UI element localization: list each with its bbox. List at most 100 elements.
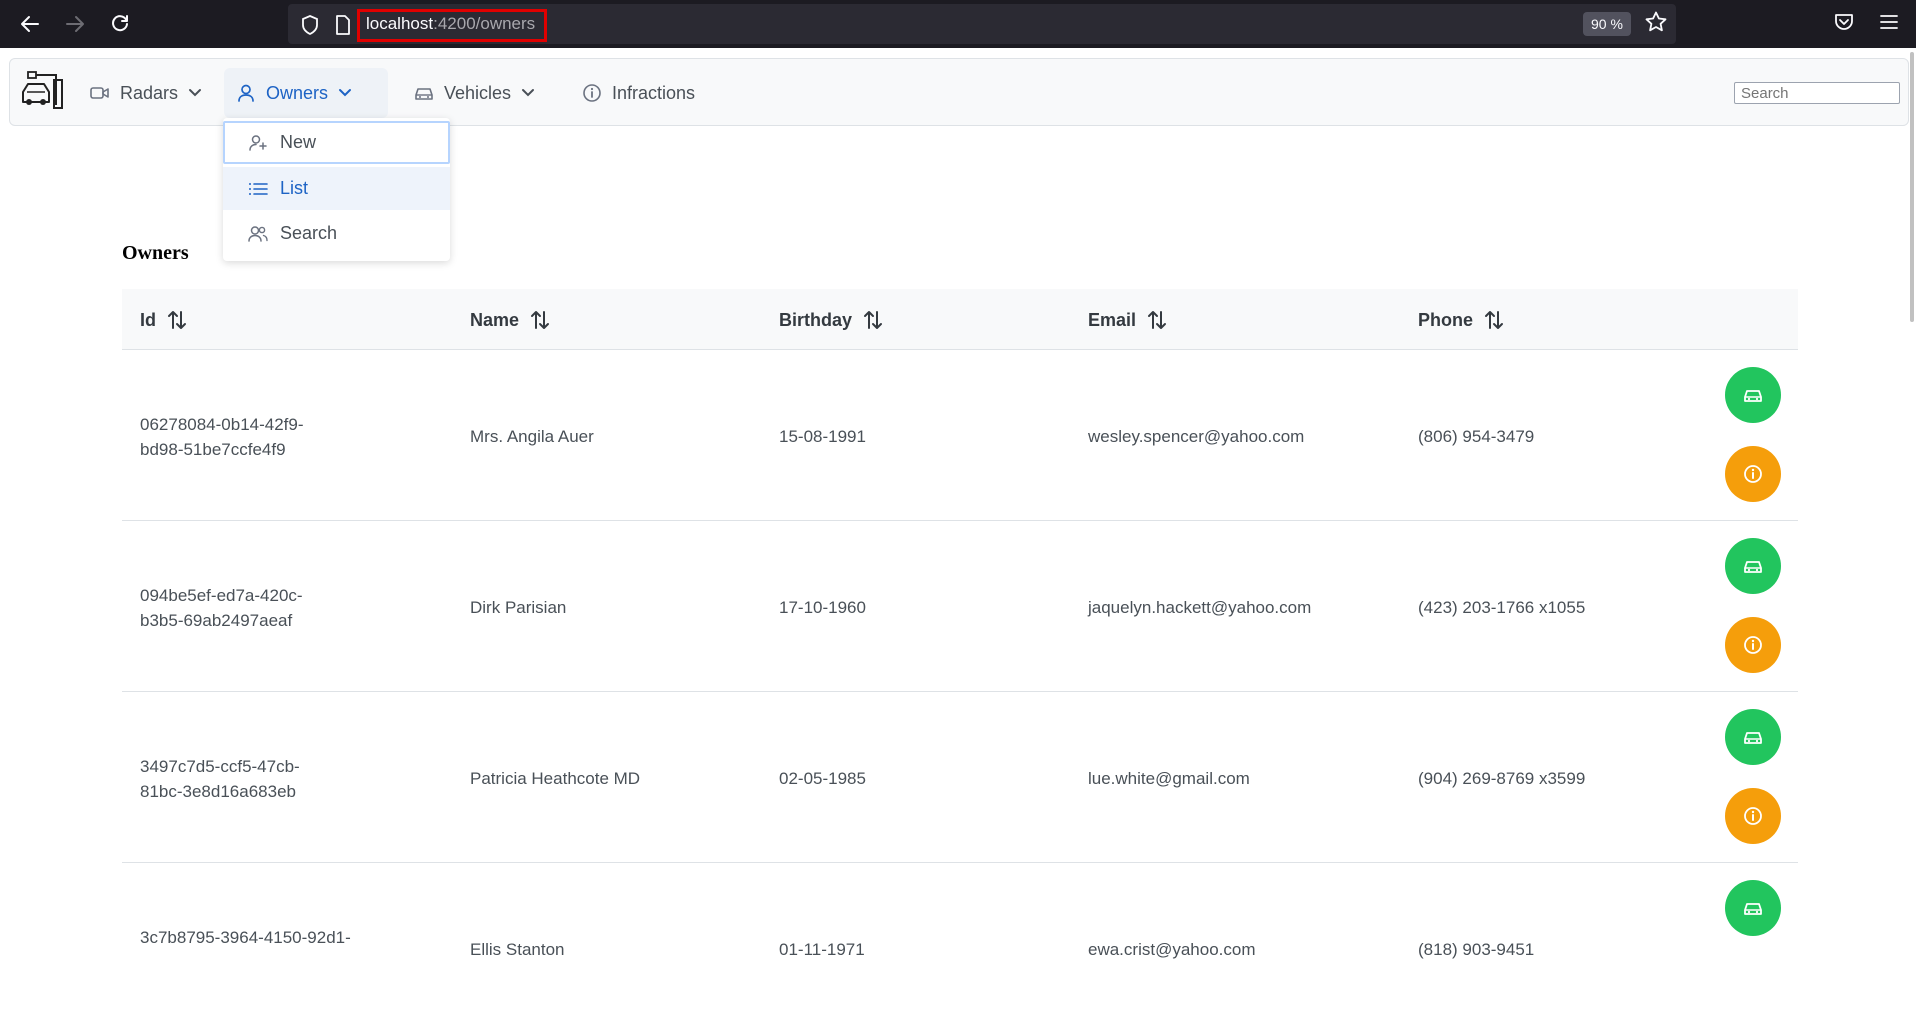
sort-icon[interactable] [1146,309,1168,331]
app-menu-button[interactable] [1878,11,1900,38]
cell-name: Ellis Stanton [470,940,565,959]
url-path: :4200/owners [433,14,536,33]
car-icon [415,88,433,100]
cell-birthday: 01-11-1971 [779,940,865,959]
cell-name: Dirk Parisian [470,598,567,617]
cell-id-line2: 81bc-3e8d16a683eb [140,782,296,801]
cell-phone: (904) 269-8769 x3599 [1418,769,1586,788]
cell-phone: (818) 903-9451 [1418,940,1535,959]
column-header-phone-label: Phone [1418,309,1474,330]
sort-icon[interactable] [862,309,884,331]
cell-id-line2: b3b5-69ab2497aeaf [140,611,293,630]
url-host: localhost [366,14,434,33]
user-plus-icon [249,134,267,151]
page-scrollbar[interactable] [1910,52,1914,322]
bookmark-star-button[interactable] [1644,10,1668,39]
sort-icon[interactable] [166,309,188,331]
shield-icon[interactable] [300,14,320,36]
reload-icon [112,15,128,32]
dropdown-item-search[interactable]: Search [223,212,450,255]
cell-id-line1: 094be5ef-ed7a-420c- [140,586,303,605]
cell-name: Mrs. Angila Auer [470,427,594,446]
video-camera-icon [90,87,109,99]
dropdown-item-new[interactable]: New [223,121,450,164]
page-icon [336,15,350,35]
dropdown-item-new-label: New [280,132,317,152]
cell-birthday: 17-10-1960 [779,598,866,617]
dropdown-item-list-label: List [280,178,309,198]
info-circle-icon [1744,465,1762,483]
cell-email: jaquelyn.hackett@yahoo.com [1088,598,1312,617]
cell-id: 3497c7d5-ccf5-47cb- 81bc-3e8d16a683eb [140,754,300,804]
sort-icon[interactable] [1483,309,1505,331]
column-header-birthday[interactable]: Birthday [779,309,884,331]
sort-icon[interactable] [529,309,551,331]
view-infractions-button[interactable] [1725,788,1781,844]
column-header-name[interactable]: Name [470,309,551,331]
forward-button[interactable] [61,10,89,38]
dropdown-item-list[interactable]: List [223,167,450,210]
user-icon [238,84,254,102]
nav-vehicles-label: Vehicles [444,82,512,103]
back-button[interactable] [16,10,44,38]
pocket-icon [1835,14,1853,30]
view-vehicles-button[interactable] [1725,367,1781,423]
car-icon [1744,732,1762,744]
chevron-down-icon [339,89,352,97]
cell-id: 3c7b8795-3964-4150-92d1- [140,925,351,950]
car-icon [1744,390,1762,402]
users-search-icon [248,225,268,242]
navbar-search-input[interactable] [1734,82,1900,104]
view-vehicles-button[interactable] [1725,538,1781,594]
nav-infractions-label: Infractions [612,82,696,103]
info-circle-icon [583,84,601,102]
nav-owners[interactable]: Owners [224,68,388,118]
cell-name: Patricia Heathcote MD [470,769,641,788]
nav-radars-label: Radars [120,82,179,103]
browser-toolbar: localhost:4200/owners 90 % [0,0,1916,48]
pocket-button[interactable] [1833,11,1855,38]
cell-id-line1: 3c7b8795-3964-4150-92d1- [140,928,351,947]
nav-vehicles[interactable]: Vehicles [402,68,547,118]
cell-id-line1: 06278084-0b14-42f9- [140,415,304,434]
radar-camera-logo-icon [22,71,63,109]
table-row: 06278084-0b14-42f9- bd98-51be7ccfe4f9 Mrs… [122,350,1798,521]
nav-radars[interactable]: Radars [78,68,214,118]
url-text[interactable]: localhost:4200/owners [366,14,535,34]
column-header-id-label: Id [140,309,156,330]
cell-id: 094be5ef-ed7a-420c-b3b5-69ab2497aeaf [140,583,303,633]
car-icon [1744,561,1762,573]
arrow-left-icon [21,16,39,32]
column-header-phone[interactable]: Phone [1418,309,1505,331]
cell-id-line2: bd98-51be7ccfe4f9 [140,440,286,459]
cell-id: 06278084-0b14-42f9- bd98-51be7ccfe4f9 [140,412,304,462]
view-vehicles-button[interactable] [1725,709,1781,765]
nav-infractions[interactable]: Infractions [570,68,707,118]
zoom-badge[interactable]: 90 % [1583,12,1631,36]
owners-table-header: Id Name Birthday Email Phone [122,289,1798,350]
view-vehicles-button[interactable] [1725,880,1781,936]
info-circle-icon [1744,807,1762,825]
cell-id-line1: 3497c7d5-ccf5-47cb- [140,757,300,776]
hamburger-icon [1880,15,1898,29]
car-icon [1744,903,1762,915]
chevron-down-icon [189,89,202,97]
column-header-id[interactable]: Id [140,309,188,331]
owners-dropdown-menu: New List Search [223,118,450,261]
arrow-right-icon [66,16,84,32]
column-header-name-label: Name [470,309,520,330]
reload-button[interactable] [106,10,134,38]
column-header-email[interactable]: Email [1088,309,1168,331]
table-row: 3497c7d5-ccf5-47cb- 81bc-3e8d16a683eb Pat… [122,692,1798,863]
app-logo[interactable] [19,70,65,115]
view-infractions-button[interactable] [1725,617,1781,673]
column-header-email-label: Email [1088,309,1137,330]
view-infractions-button[interactable] [1725,446,1781,502]
cell-birthday: 02-05-1985 [779,769,866,788]
cell-phone: (806) 954-3479 [1418,427,1535,446]
page-title: Owners [122,242,189,264]
cell-phone: (423) 203-1766 x1055 [1418,598,1586,617]
chevron-down-icon [522,89,535,97]
cell-email: ewa.crist@yahoo.com [1088,940,1256,959]
list-icon [249,182,268,195]
